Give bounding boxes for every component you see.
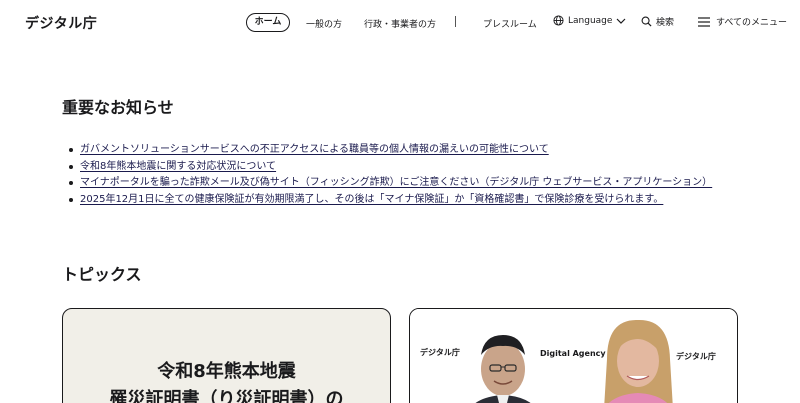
nav-admin-link[interactable]: 行政・事業者の方	[364, 17, 436, 30]
search-label: 検索	[656, 18, 675, 28]
chevron-down-icon	[616, 17, 626, 25]
hamburger-menu-icon	[698, 16, 710, 27]
nav-divider	[455, 16, 456, 27]
topics-heading: トピックス	[62, 265, 142, 284]
list-item: 令和8年熊本地震に関する対応状況について	[68, 159, 712, 176]
nav-home-button[interactable]: ホーム	[246, 13, 290, 32]
globe-icon	[553, 15, 564, 26]
nav-press-link[interactable]: プレスルーム	[483, 17, 537, 30]
language-selector[interactable]: Language	[553, 15, 626, 26]
important-notices-heading: 重要なお知らせ	[62, 98, 174, 117]
notice-link-unauthorized-access[interactable]: ガバメントソリューションサービスへの不正アクセスによる職員等の個人情報の漏えいの…	[80, 144, 549, 155]
list-item: ガバメントソリューションサービスへの不正アクセスによる職員等の個人情報の漏えいの…	[68, 142, 712, 159]
all-menu-button[interactable]: すべてのメニュー	[698, 15, 787, 28]
search-icon	[641, 16, 652, 27]
site-logo[interactable]: デジタル庁	[25, 13, 97, 33]
search-button[interactable]: 検索	[641, 15, 674, 28]
topic-card-photo[interactable]: デジタル庁 Digital Agency デジタル庁	[409, 308, 738, 403]
list-item: 2025年12月1日に全ての健康保険証が有効期限満了し、その後は「マイナ保険証」…	[68, 192, 712, 209]
all-menu-label: すべてのメニュー	[716, 18, 788, 28]
topic-card-headline-line2: 罹災証明書（り災証明書）の	[109, 389, 344, 403]
photo-logo-right: デジタル庁	[676, 352, 716, 361]
photo-agency-text: Digital Agency	[540, 349, 606, 358]
notice-link-health-insurance[interactable]: 2025年12月1日に全ての健康保険証が有効期限満了し、その後は「マイナ保険証」…	[80, 194, 663, 205]
nav-general-link[interactable]: 一般の方	[306, 17, 342, 30]
site-header: デジタル庁 ホーム 一般の方 行政・事業者の方 プレスルーム Language …	[0, 0, 800, 44]
photo-logo-left: デジタル庁	[420, 348, 460, 357]
notice-link-phishing-warning[interactable]: マイナポータルを騙った詐欺メール及び偽サイト（フィッシング詐欺）にご注意ください…	[80, 177, 712, 188]
notice-link-kumamoto-earthquake[interactable]: 令和8年熊本地震に関する対応状況について	[80, 161, 276, 172]
list-item: マイナポータルを騙った詐欺メール及び偽サイト（フィッシング詐欺）にご注意ください…	[68, 175, 712, 192]
topic-card-earthquake[interactable]: 令和8年熊本地震 罹災証明書（り災証明書）の	[62, 308, 391, 403]
important-notices-list: ガバメントソリューションサービスへの不正アクセスによる職員等の個人情報の漏えいの…	[68, 142, 712, 208]
topic-card-headline-line1: 令和8年熊本地震	[157, 361, 296, 382]
language-label: Language	[568, 15, 613, 26]
